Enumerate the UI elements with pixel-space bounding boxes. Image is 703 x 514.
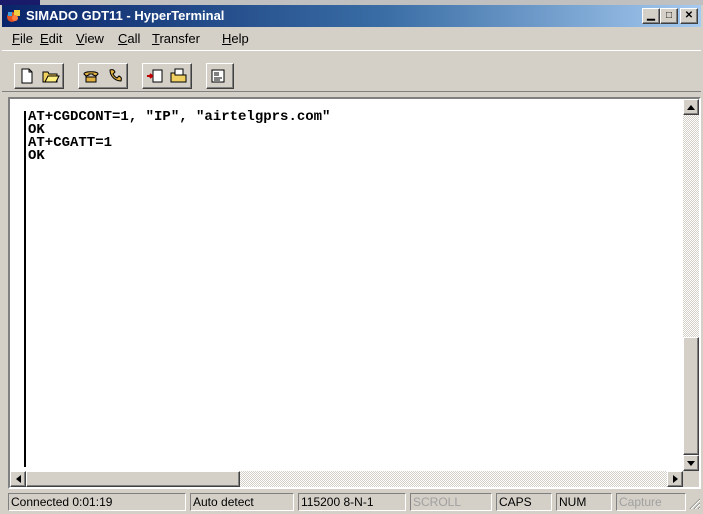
maximize-icon: □: [665, 10, 673, 21]
status-scroll: SCROLL: [410, 493, 492, 511]
terminal-line: AT+CGDCONT=1, "IP", "airtelgprs.com": [28, 109, 331, 125]
scroll-up-button[interactable]: [683, 99, 699, 115]
title-bar[interactable]: SIMADO GDT11 - HyperTerminal ▁ □ ✕: [2, 5, 701, 27]
disconnect-phone-icon: [109, 69, 122, 82]
new-document-icon: [21, 68, 33, 84]
terminal-screen[interactable]: AT+CGDCONT=1, "IP", "airtelgprs.com" OK …: [12, 101, 688, 473]
properties-button[interactable]: [207, 64, 231, 88]
close-button[interactable]: ✕: [680, 8, 698, 24]
arrow-up-icon: [687, 104, 695, 110]
menu-transfer[interactable]: Transfer: [152, 31, 200, 46]
toolbar-group-call: [78, 63, 128, 89]
window-title: SIMADO GDT11 - HyperTerminal: [26, 8, 225, 23]
status-num: NUM: [556, 493, 612, 511]
call-phone-icon: [83, 71, 99, 83]
status-connected: Connected 0:01:19: [8, 493, 186, 511]
hyperterminal-icon: [6, 8, 22, 24]
maximize-button[interactable]: □: [660, 8, 678, 24]
scroll-down-button[interactable]: [683, 455, 699, 471]
terminal-line: OK: [28, 148, 45, 164]
toolbar-group-properties: [206, 63, 234, 89]
resize-grip-icon[interactable]: [688, 497, 700, 509]
status-bar: Connected 0:01:19 Auto detect 115200 8-N…: [2, 491, 701, 513]
menu-call[interactable]: Call: [118, 31, 140, 46]
menu-file[interactable]: File: [12, 31, 33, 46]
open-folder-icon: [42, 71, 60, 83]
status-capture: Capture: [616, 493, 686, 511]
toolbar: [2, 50, 701, 92]
scroll-right-button[interactable]: [667, 471, 683, 487]
toolbar-group-transfer: [142, 63, 192, 89]
arrow-right-icon: [672, 475, 678, 483]
call-button[interactable]: [79, 64, 103, 88]
vertical-scrollbar[interactable]: [683, 99, 699, 471]
terminal-line: AT+CGATT=1: [28, 135, 113, 151]
horizontal-scroll-thumb[interactable]: [26, 471, 240, 487]
receive-file-icon: [170, 68, 187, 83]
properties-icon: [211, 69, 225, 83]
receive-button[interactable]: [167, 64, 191, 88]
menu-help[interactable]: Help: [222, 31, 249, 46]
send-file-icon: [147, 69, 163, 83]
status-detect: Auto detect: [190, 493, 294, 511]
menu-bar: File Edit View Call Transfer Help: [2, 28, 701, 48]
arrow-left-icon: [15, 475, 21, 483]
vertical-scroll-thumb[interactable]: [683, 337, 699, 455]
scrollbar-corner: [683, 471, 699, 487]
close-icon: ✕: [684, 10, 694, 21]
terminal-output: AT+CGDCONT=1, "IP", "airtelgprs.com" OK …: [24, 109, 331, 467]
send-button[interactable]: [143, 64, 167, 88]
arrow-down-icon: [687, 460, 695, 466]
minimize-button[interactable]: ▁: [642, 8, 660, 24]
menu-view[interactable]: View: [76, 31, 104, 46]
disconnect-button[interactable]: [103, 64, 127, 88]
new-button[interactable]: [15, 64, 39, 88]
horizontal-scrollbar[interactable]: [10, 471, 683, 487]
minimize-icon: ▁: [647, 10, 655, 21]
terminal-frame: AT+CGDCONT=1, "IP", "airtelgprs.com" OK …: [8, 97, 701, 489]
open-button[interactable]: [39, 64, 63, 88]
menu-edit[interactable]: Edit: [40, 31, 62, 46]
status-caps: CAPS: [496, 493, 552, 511]
status-settings: 115200 8-N-1: [298, 493, 406, 511]
toolbar-group-file: [14, 63, 64, 89]
scroll-left-button[interactable]: [10, 471, 26, 487]
